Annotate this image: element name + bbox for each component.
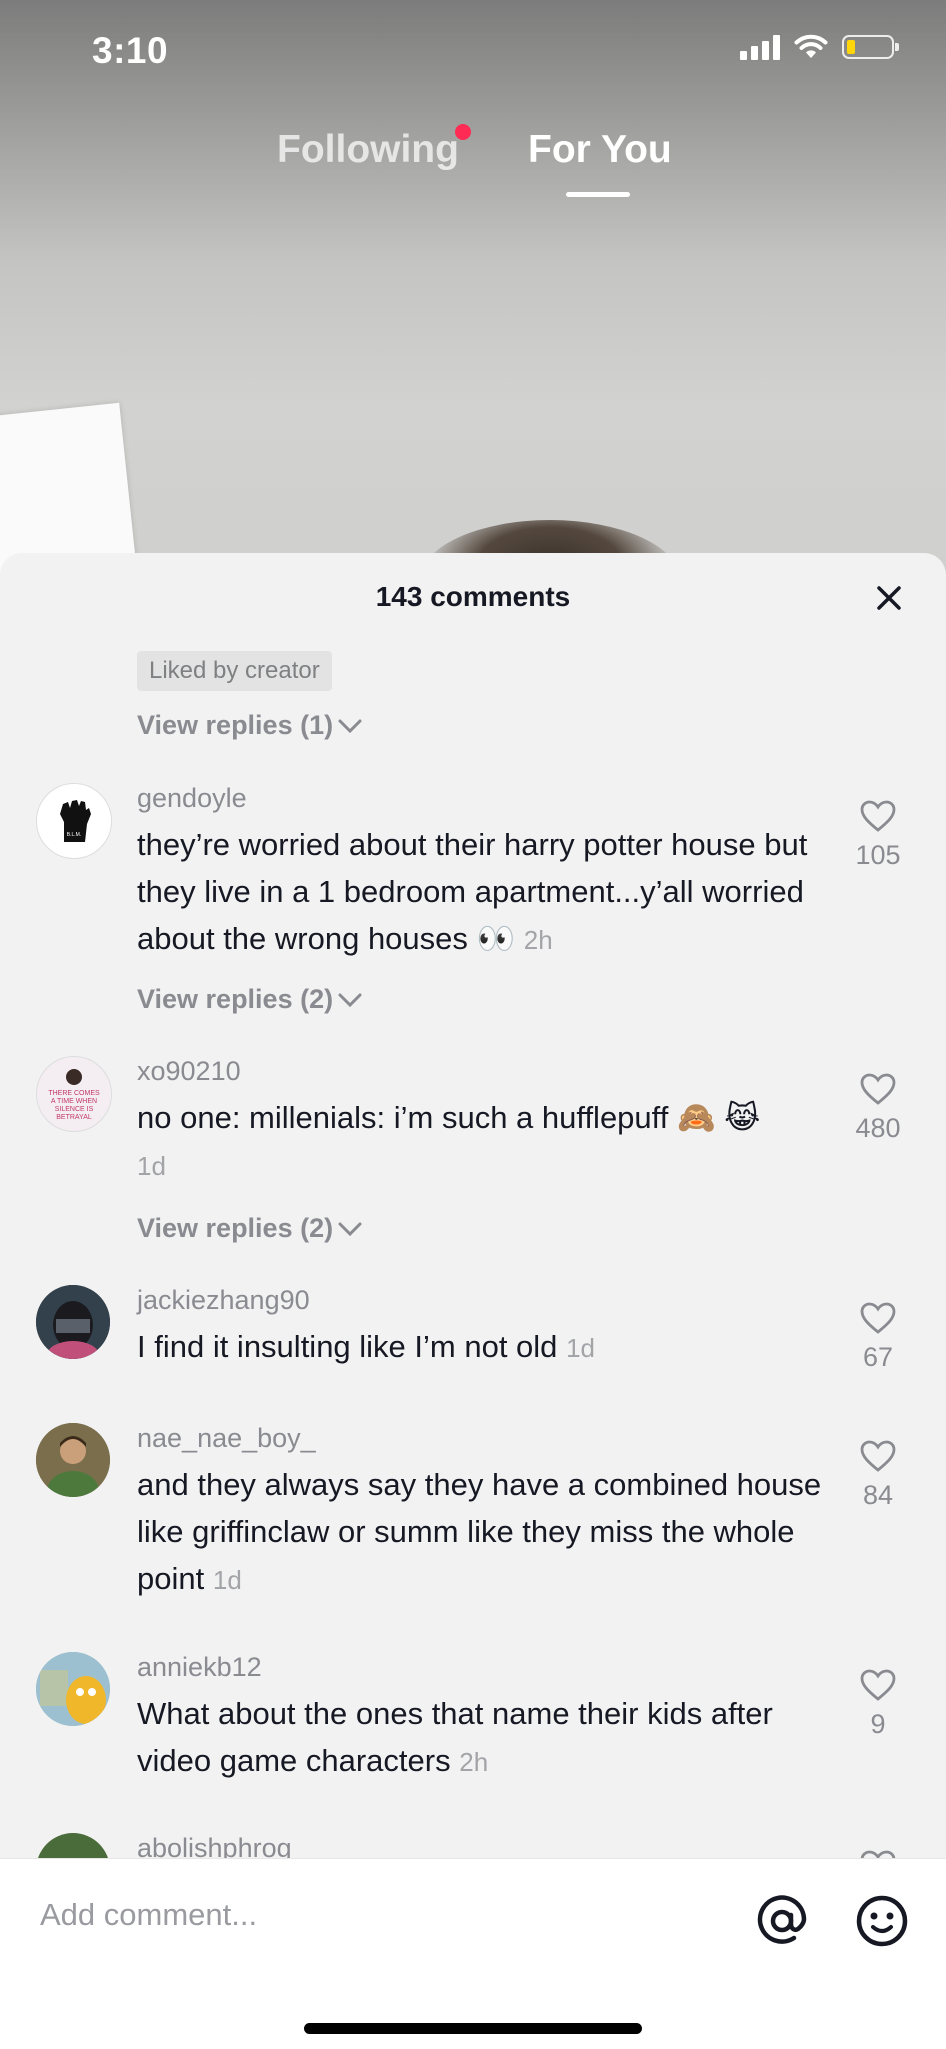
heart-icon <box>860 1073 896 1105</box>
comment-text: I find it insulting like I’m not old 1d <box>137 1329 595 1364</box>
view-replies-label: View replies (1) <box>137 710 334 740</box>
view-replies-button[interactable]: View replies (2) <box>137 1213 363 1244</box>
like-count: 105 <box>855 840 901 870</box>
active-tab-indicator <box>566 192 630 197</box>
tab-following[interactable]: Following <box>277 128 459 172</box>
like-button[interactable]: 9 <box>846 1668 910 1740</box>
svg-text:THERE COMES: THERE COMES <box>48 1090 100 1097</box>
comments-sheet: 143 comments Liked by creator View repli… <box>0 553 946 2048</box>
like-button[interactable]: 67 <box>846 1301 910 1373</box>
like-count: 9 <box>870 1709 886 1739</box>
comment-time: 2h <box>523 925 553 955</box>
comments-count-title: 143 comments <box>375 581 571 612</box>
comment-username[interactable]: jackiezhang90 <box>137 1285 310 1316</box>
battery-icon <box>842 35 899 59</box>
comment-input-bar: Add comment... <box>0 1858 946 2049</box>
monkey-cat-emoji: 🙈 😹 <box>676 1100 761 1135</box>
like-button[interactable]: 480 <box>846 1072 910 1144</box>
svg-text:SILENCE IS: SILENCE IS <box>55 1106 94 1113</box>
comment-time: 1d <box>137 1151 166 1181</box>
comment-username[interactable]: gendoyle <box>137 783 247 814</box>
avatar[interactable] <box>36 1285 110 1359</box>
view-replies-label: View replies (2) <box>137 1213 334 1243</box>
view-replies-button[interactable]: View replies (1) <box>137 710 363 741</box>
liked-by-creator-badge: Liked by creator <box>137 651 332 691</box>
chevron-down-icon <box>338 719 362 733</box>
like-count: 84 <box>862 1480 894 1510</box>
chevron-down-icon <box>338 993 362 1007</box>
svg-text:A TIME WHEN: A TIME WHEN <box>51 1098 97 1105</box>
status-icons <box>740 34 899 60</box>
comment-username[interactable]: xo90210 <box>137 1056 241 1087</box>
comment-time: 1d <box>212 1565 242 1595</box>
like-count: 67 <box>862 1342 894 1372</box>
home-indicator[interactable] <box>304 2023 642 2034</box>
svg-text:B.L.M.: B.L.M. <box>67 832 81 838</box>
svg-text:BETRAYAL: BETRAYAL <box>56 1114 92 1121</box>
following-notification-dot <box>455 124 471 140</box>
avatar[interactable] <box>36 1423 110 1497</box>
close-icon[interactable] <box>872 581 906 615</box>
heart-icon <box>860 1440 896 1472</box>
emoji-picker-icon[interactable] <box>854 1893 910 1949</box>
video-background[interactable] <box>0 0 946 580</box>
avatar[interactable]: B.L.M. <box>36 783 112 859</box>
comment-text: What about the ones that name their kids… <box>137 1696 773 1778</box>
view-replies-button[interactable]: View replies (2) <box>137 984 363 1015</box>
view-replies-label: View replies (2) <box>137 984 334 1014</box>
comment-username[interactable]: anniekb12 <box>137 1652 262 1683</box>
comment-username[interactable]: nae_nae_boy_ <box>137 1423 316 1454</box>
avatar[interactable] <box>36 1652 110 1726</box>
feed-tabs: Following For You <box>0 128 946 198</box>
comment-text: and they always say they have a combined… <box>137 1467 822 1596</box>
like-button[interactable]: 105 <box>846 799 910 871</box>
comment-text: no one: millenials: i’m such a hufflepuf… <box>137 1100 761 1181</box>
add-comment-input[interactable]: Add comment... <box>40 1897 257 1933</box>
heart-icon <box>860 800 896 832</box>
like-button[interactable]: 84 <box>846 1439 910 1511</box>
cellular-signal-icon <box>740 34 780 60</box>
eyes-emoji: 👀 <box>476 921 516 956</box>
mention-at-icon[interactable] <box>754 1893 810 1949</box>
heart-icon <box>860 1669 896 1701</box>
chevron-down-icon <box>338 1222 362 1236</box>
comment-time: 2h <box>459 1747 489 1777</box>
status-time: 3:10 <box>92 30 169 71</box>
like-count: 480 <box>855 1113 901 1143</box>
wifi-icon <box>794 34 828 58</box>
avatar[interactable]: THERE COMES A TIME WHEN SILENCE IS BETRAYAL <box>36 1056 112 1132</box>
comment-text: they’re worried about their harry potter… <box>137 827 808 956</box>
tab-for-you[interactable]: For You <box>528 128 672 172</box>
comment-time: 1d <box>566 1333 595 1363</box>
heart-icon <box>860 1302 896 1334</box>
